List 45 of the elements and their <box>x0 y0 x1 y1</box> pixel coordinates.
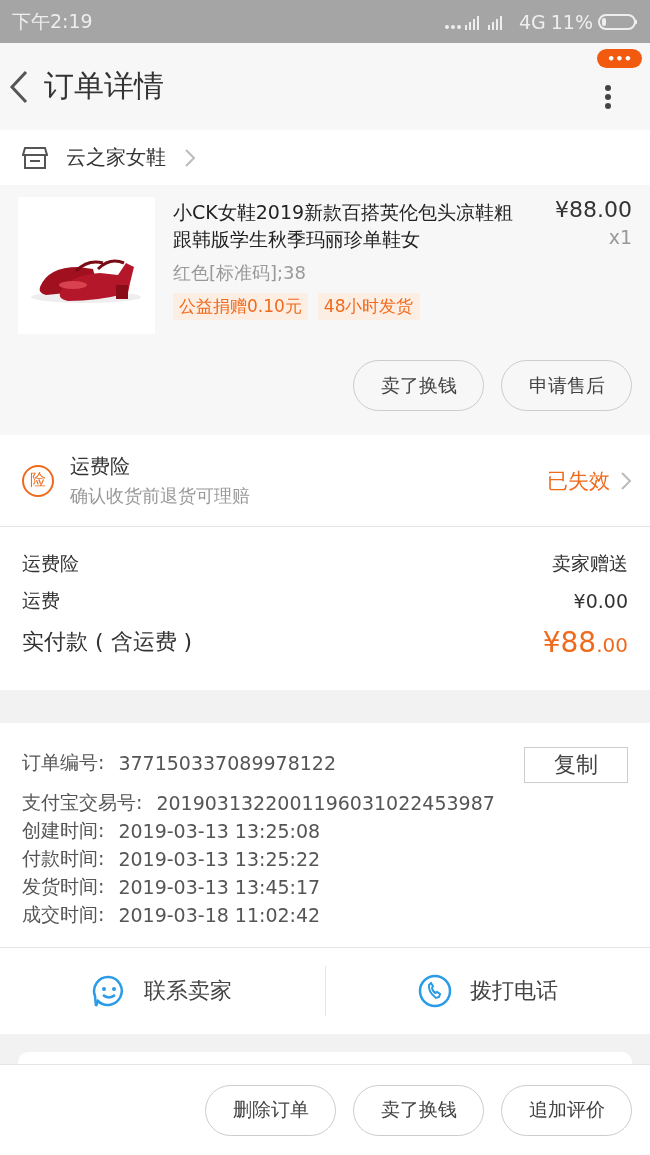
chevron-icon <box>184 147 196 168</box>
fee-label: 运费 <box>22 587 60 613</box>
product-quantity: x1 <box>608 226 632 248</box>
chevron-icon <box>620 470 632 491</box>
insurance-icon: 险 <box>22 464 54 497</box>
shop-icon <box>22 145 48 170</box>
insurance-subtitle: 确认收货前退货可理赔 <box>70 484 251 508</box>
product-tag: 48小时发货 <box>317 293 420 320</box>
action-button[interactable]: 卖了换钱 <box>353 1084 484 1136</box>
info-label: 支付宝交易号: <box>22 790 143 815</box>
product-title[interactable]: 小CK女鞋2019新款百搭英伦包头凉鞋粗跟韩版学生秋季玛丽珍单鞋女 <box>173 199 518 253</box>
copy-button[interactable]: 复制 <box>524 747 628 783</box>
product-variant: 红色[标准码];38 <box>173 261 307 285</box>
info-label: 付款时间: <box>22 846 105 871</box>
page-title: 订单详情 <box>44 67 164 105</box>
product-price: ¥88.00 <box>555 197 632 222</box>
action-button[interactable]: 删除订单 <box>205 1084 336 1136</box>
info-label: 成交时间: <box>22 902 105 927</box>
status-time: 下午2:19 <box>12 8 93 34</box>
total-amount: ¥88.00 <box>542 625 628 659</box>
battery-percent: 11% <box>550 10 593 33</box>
product-tag: 公益捐赠0.10元 <box>173 293 308 320</box>
fee-value: 卖家赠送 <box>552 550 628 576</box>
info-value: 2019-03-18 11:02:42 <box>118 904 321 926</box>
fee-label: 运费险 <box>22 550 79 576</box>
contact-button[interactable]: 联系卖家 <box>0 973 325 1009</box>
battery-icon <box>598 12 638 31</box>
back-icon[interactable] <box>8 68 30 105</box>
network-type: 4G <box>518 10 546 33</box>
phone-icon <box>417 974 452 1008</box>
info-value: 2019-03-13 13:45:17 <box>118 876 321 898</box>
shop-name[interactable]: 云之家女鞋 <box>66 144 166 171</box>
info-value: 2019-03-13 13:25:08 <box>118 820 321 842</box>
info-label: 发货时间: <box>22 874 105 899</box>
insurance-title: 运费险 <box>70 453 131 480</box>
info-value: 377150337089978122 <box>118 752 336 774</box>
fee-value: ¥0.00 <box>573 589 628 612</box>
contact-button[interactable]: 拨打电话 <box>325 973 650 1009</box>
info-label: 订单编号: <box>22 750 105 775</box>
info-value: 2019031322001196031022453987 <box>156 792 495 814</box>
action-button[interactable]: 追加评价 <box>501 1084 632 1136</box>
info-label: 创建时间: <box>22 818 105 843</box>
more-icon[interactable] <box>604 83 612 110</box>
info-value: 2019-03-13 13:25:22 <box>118 848 321 870</box>
total-label: 实付款 ( 含运费 ) <box>22 628 193 656</box>
